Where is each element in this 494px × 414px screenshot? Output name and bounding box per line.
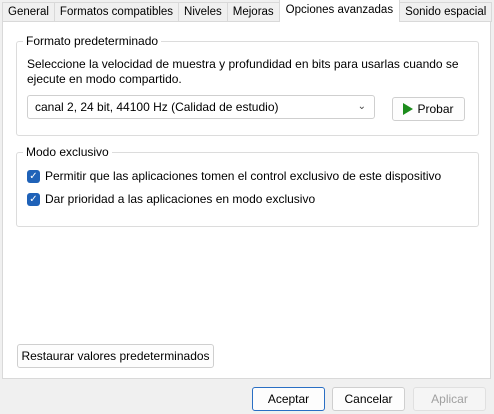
default-format-title: Formato predeterminado (23, 34, 162, 48)
tab-spatial-sound[interactable]: Sonido espacial (399, 2, 493, 22)
test-button[interactable]: Probar (392, 97, 465, 121)
tab-levels[interactable]: Niveles (178, 2, 228, 22)
tab-panel: Formato predeterminado Seleccione la vel… (2, 21, 491, 379)
allow-exclusive-row[interactable]: ✓ Permitir que las aplicaciones tomen el… (27, 167, 441, 185)
apply-button[interactable]: Aplicar (413, 387, 486, 411)
test-button-label: Probar (417, 102, 454, 116)
tab-general[interactable]: General (2, 2, 55, 22)
format-select-value: canal 2, 24 bit, 44100 Hz (Calidad de es… (35, 100, 279, 114)
exclusive-mode-group: Modo exclusivo ✓ Permitir que las aplica… (16, 145, 479, 227)
format-select[interactable]: canal 2, 24 bit, 44100 Hz (Calidad de es… (27, 95, 375, 119)
play-icon (403, 103, 414, 115)
default-format-description: Seleccione la velocidad de muestra y pro… (27, 57, 459, 86)
allow-exclusive-checkbox[interactable]: ✓ (27, 169, 40, 183)
priority-exclusive-label: Dar prioridad a las aplicaciones en modo… (45, 192, 316, 206)
tab-enhancements[interactable]: Mejoras (226, 2, 280, 22)
tab-supported-formats[interactable]: Formatos compatibles (53, 2, 180, 22)
exclusive-mode-title: Modo exclusivo (23, 145, 112, 159)
cancel-button[interactable]: Cancelar (332, 387, 405, 411)
default-format-group: Formato predeterminado Seleccione la vel… (16, 34, 479, 136)
priority-exclusive-checkbox[interactable]: ✓ (27, 192, 40, 206)
chevron-down-icon: ⌄ (357, 101, 366, 112)
tab-advanced[interactable]: Opciones avanzadas (278, 0, 401, 22)
allow-exclusive-label: Permitir que las aplicaciones tomen el c… (45, 169, 442, 183)
restore-defaults-button[interactable]: Restaurar valores predeterminados (17, 344, 214, 368)
ok-button[interactable]: Aceptar (252, 387, 325, 411)
priority-exclusive-row[interactable]: ✓ Dar prioridad a las aplicaciones en mo… (27, 190, 315, 208)
tab-strip: General Formatos compatibles Niveles Mej… (2, 0, 493, 22)
